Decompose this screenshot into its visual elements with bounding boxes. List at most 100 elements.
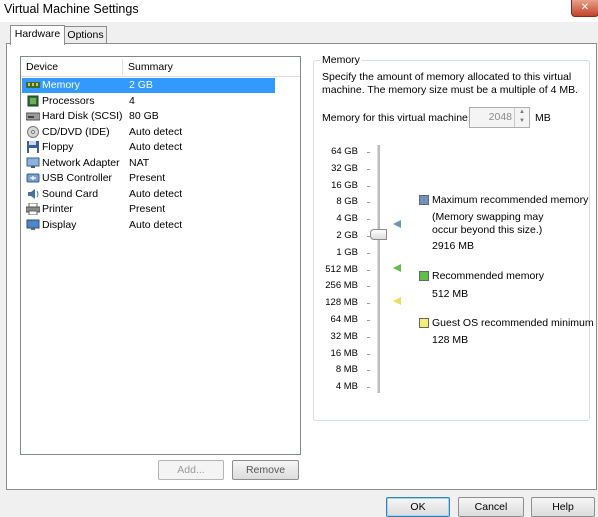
scale-tick-label: 128 MB <box>325 297 358 309</box>
max-recommended-label: Maximum recommended memory <box>432 194 589 206</box>
device-name: Hard Disk (SCSI) <box>42 110 123 122</box>
scale-tick-mark <box>367 152 370 153</box>
memory-group-title: Memory <box>320 54 362 66</box>
device-summary: 2 GB <box>129 79 153 91</box>
scale-tick-mark <box>367 320 370 321</box>
device-summary: Present <box>129 203 166 215</box>
memory-unit: MB <box>535 112 551 124</box>
scale-tick-mark <box>367 269 370 271</box>
memory-description: Specify the amount of memory allocated t… <box>322 71 578 96</box>
recommended-swatch-icon <box>419 271 429 281</box>
device-name: Display <box>42 219 77 231</box>
help-button[interactable]: Help <box>531 497 595 517</box>
minimum-value: 128 MB <box>432 334 469 346</box>
tab-label: Options <box>67 29 104 41</box>
device-row-network-adapter[interactable]: Network Adapter NAT <box>22 156 275 171</box>
device-list-header: Device Summary <box>21 57 300 77</box>
column-separator <box>122 59 123 75</box>
device-summary: 4 <box>129 95 135 107</box>
processor-icon <box>27 95 39 107</box>
device-name: CD/DVD (IDE) <box>42 126 110 138</box>
scale-tick-mark <box>367 202 370 204</box>
device-summary: Auto detect <box>129 141 183 153</box>
max-recommended-swatch-icon <box>419 195 429 205</box>
cancel-button[interactable]: Cancel <box>458 497 524 517</box>
tab-options[interactable]: Options <box>64 26 107 44</box>
device-name: Floppy <box>42 141 74 153</box>
scale-tick-label: 8 MB <box>335 364 358 376</box>
scale-tick-mark <box>367 353 370 355</box>
device-summary: NAT <box>129 157 150 169</box>
spin-down-icon[interactable]: ▼ <box>515 117 529 126</box>
usb-icon <box>26 173 40 183</box>
scale-tick-label: 256 MB <box>325 280 358 292</box>
network-adapter-icon <box>26 157 40 168</box>
cd-dvd-icon <box>27 126 39 138</box>
device-summary: Auto detect <box>129 188 183 200</box>
device-row-memory[interactable]: Memory 2 GB <box>22 78 275 93</box>
scale-tick-label: 16 MB <box>330 347 358 359</box>
scale-tick-label: 512 MB <box>325 263 358 275</box>
device-row-floppy[interactable]: Floppy Auto detect <box>22 140 275 155</box>
memory-value[interactable]: 2048 <box>489 111 512 123</box>
sound-card-icon <box>28 189 39 199</box>
spin-up-icon[interactable]: ▲ <box>515 108 529 117</box>
scale-tick-mark <box>367 370 370 372</box>
device-row-cd-dvd[interactable]: CD/DVD (IDE) Auto detect <box>22 125 275 140</box>
max-recommended-marker-icon <box>393 220 401 228</box>
scale-tick-mark <box>367 185 370 187</box>
device-name: Network Adapter <box>42 157 120 169</box>
scale-tick-label: 32 MB <box>330 330 358 342</box>
scale-tick-label: 8 GB <box>336 196 358 208</box>
close-button[interactable]: ✕ <box>571 0 598 17</box>
minimum-label: Guest OS recommended minimum <box>432 317 594 329</box>
scale-tick-label: 64 MB <box>330 314 358 325</box>
scale-tick-label: 4 MB <box>335 381 358 393</box>
device-row-sound-card[interactable]: Sound Card Auto detect <box>22 187 275 202</box>
scale-tick-label: 16 GB <box>331 179 358 191</box>
max-recommended-note: (Memory swapping may occur beyond this s… <box>432 211 544 236</box>
scale-tick-mark <box>367 336 370 338</box>
device-list[interactable]: Device Summary Memory 2 GB Processors 4 … <box>20 56 301 455</box>
scale-tick-mark <box>367 303 370 305</box>
minimum-marker-icon <box>393 297 401 305</box>
remove-button[interactable]: Remove <box>232 460 299 480</box>
recommended-marker-icon <box>393 264 401 272</box>
printer-icon <box>26 203 40 215</box>
memory-slider-thumb[interactable] <box>370 229 387 240</box>
recommended-label: Recommended memory <box>432 270 545 282</box>
device-row-processors[interactable]: Processors 4 <box>22 94 275 109</box>
tab-label: Hardware <box>14 28 61 40</box>
scale-tick-label: 64 GB <box>331 146 358 157</box>
scale-tick-label: 32 GB <box>331 162 358 174</box>
scale-tick-mark <box>367 286 370 288</box>
device-summary: Auto detect <box>129 126 183 138</box>
column-header-summary[interactable]: Summary <box>128 61 173 73</box>
scale-tick-mark <box>367 252 370 254</box>
window-title: Virtual Machine Settings <box>4 2 139 16</box>
tab-hardware[interactable]: Hardware <box>10 25 65 45</box>
scale-tick-mark <box>367 168 370 170</box>
title-bar: Virtual Machine Settings ✕ <box>0 0 598 22</box>
device-row-printer[interactable]: Printer Present <box>22 202 275 217</box>
add-button[interactable]: Add... <box>158 460 224 480</box>
device-row-usb-controller[interactable]: USB Controller Present <box>22 171 275 186</box>
display-icon <box>26 219 40 230</box>
device-row-display[interactable]: Display Auto detect <box>22 218 275 233</box>
device-name: Memory <box>42 79 80 91</box>
device-name: Printer <box>42 203 73 215</box>
column-header-device[interactable]: Device <box>26 61 58 73</box>
scale-tick-label: 1 GB <box>336 246 358 258</box>
spinner-arrows[interactable]: ▲ ▼ <box>514 108 529 127</box>
ok-button[interactable]: OK <box>386 497 450 517</box>
memory-icon <box>26 82 40 88</box>
floppy-icon <box>27 141 39 153</box>
memory-slider-track[interactable] <box>377 145 380 393</box>
device-summary: 80 GB <box>129 110 159 122</box>
memory-spinner[interactable]: 2048 ▲ ▼ <box>469 107 530 128</box>
device-summary: Present <box>129 172 166 184</box>
hard-disk-icon <box>26 112 40 121</box>
scale-tick-mark <box>367 219 370 221</box>
close-icon: ✕ <box>580 2 590 13</box>
device-row-hard-disk[interactable]: Hard Disk (SCSI) 80 GB <box>22 109 275 124</box>
